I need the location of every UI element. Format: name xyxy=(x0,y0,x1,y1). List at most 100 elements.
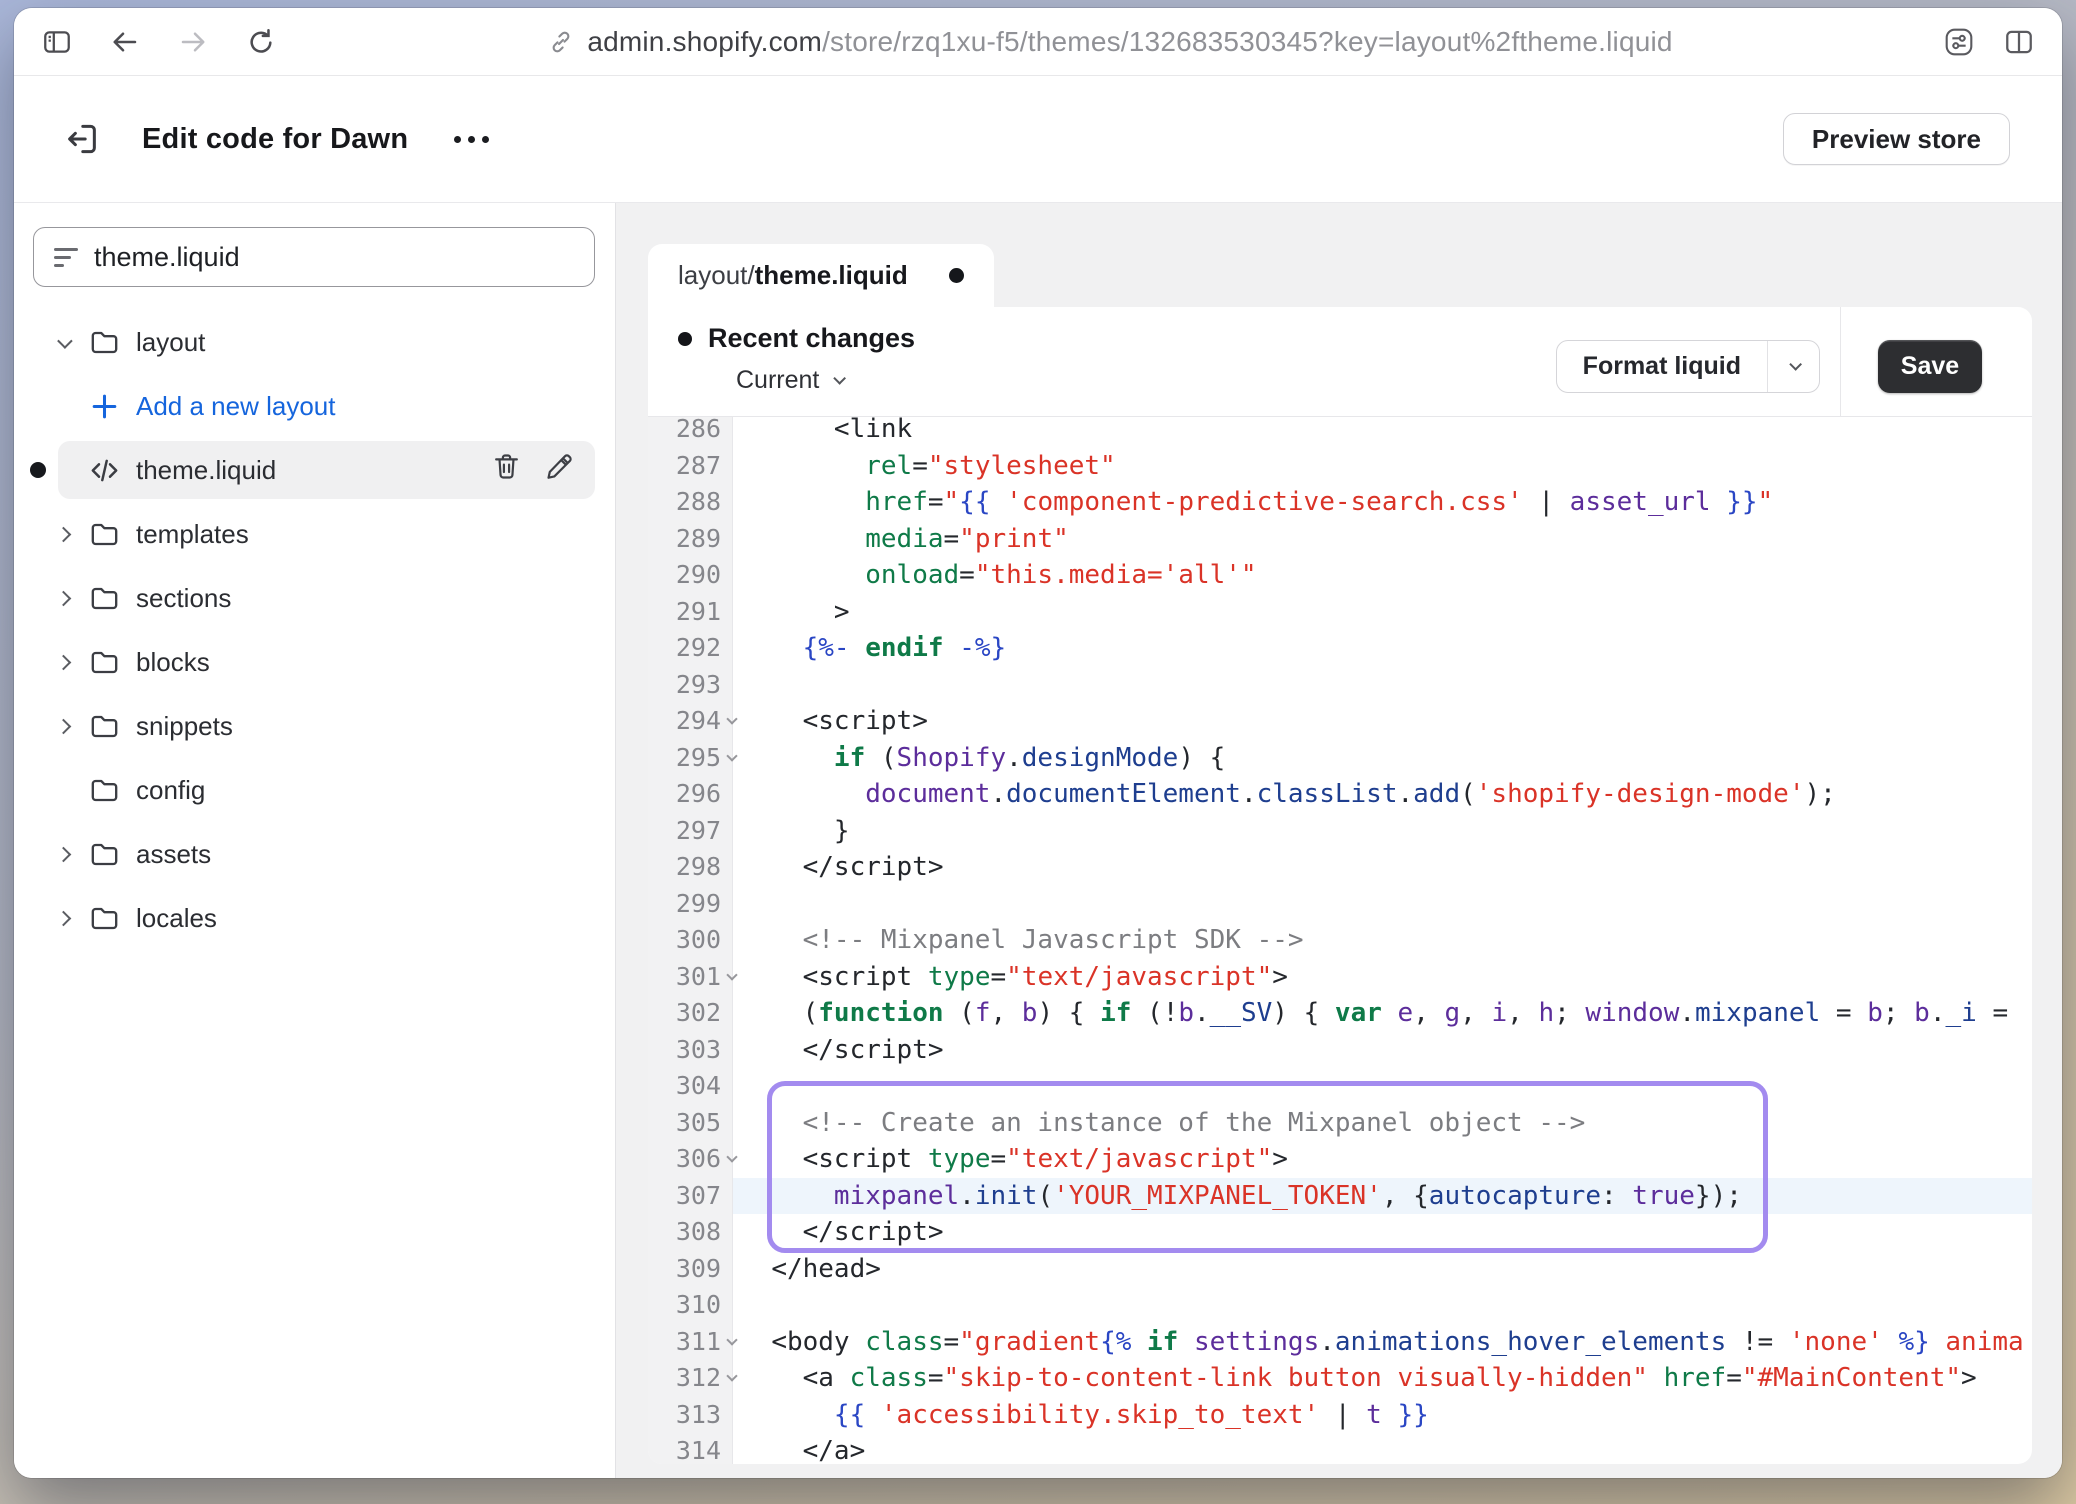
code-line-311[interactable]: 311 <body class="gradient{% if settings.… xyxy=(648,1324,2032,1361)
file-tree: layout Add a new layout theme.liquid templa… xyxy=(14,313,615,953)
exit-icon[interactable] xyxy=(60,117,104,161)
code-line-296[interactable]: 296 document.documentElement.classList.a… xyxy=(648,776,2032,813)
line-number: 290 xyxy=(676,560,721,589)
item-label: layout xyxy=(136,327,595,358)
item-label: blocks xyxy=(136,647,595,678)
line-number: 295 xyxy=(676,743,721,772)
line-number: 287 xyxy=(676,451,721,480)
sidebar-item-theme-liquid[interactable]: theme.liquid xyxy=(58,441,595,499)
format-liquid-button[interactable]: Format liquid xyxy=(1556,340,1820,393)
chevron-down-icon[interactable] xyxy=(58,337,88,348)
add-layout-link[interactable]: Add a new layout xyxy=(58,377,595,435)
save-button[interactable]: Save xyxy=(1878,340,1982,393)
sidebar-item-snippets[interactable]: snippets xyxy=(58,697,595,755)
line-number: 301 xyxy=(676,962,721,991)
line-number: 288 xyxy=(676,487,721,516)
code-line-302[interactable]: 302 (function (f, b) { if (!b.__SV) { va… xyxy=(648,995,2032,1032)
code-line-306[interactable]: 306 <script type="text/javascript"> xyxy=(648,1141,2032,1178)
version-dropdown[interactable]: Current xyxy=(736,366,2032,395)
code-line-286[interactable]: 286 <link xyxy=(648,417,2032,448)
code-line-289[interactable]: 289 media="print" xyxy=(648,521,2032,558)
chevron-down-icon xyxy=(834,372,847,385)
code-line-304[interactable]: 304 xyxy=(648,1068,2032,1105)
forward-icon[interactable] xyxy=(176,25,210,59)
code-line-300[interactable]: 300 <!-- Mixpanel Javascript SDK --> xyxy=(648,922,2032,959)
code-line-299[interactable]: 299 xyxy=(648,886,2032,923)
chevron-right-icon[interactable] xyxy=(58,657,88,668)
delete-file-icon[interactable] xyxy=(491,451,522,489)
item-label: templates xyxy=(136,519,595,550)
code-line-298[interactable]: 298 </script> xyxy=(648,849,2032,886)
url-bar[interactable]: admin.shopify.com/store/rzq1xu-f5/themes… xyxy=(587,26,1672,58)
code-line-310[interactable]: 310 xyxy=(648,1287,2032,1324)
code-line-314[interactable]: 314 </a> xyxy=(648,1433,2032,1464)
line-number: 286 xyxy=(676,417,721,443)
more-menu-icon[interactable] xyxy=(454,136,489,143)
sidebar-item-blocks[interactable]: blocks xyxy=(58,633,595,691)
line-number: 297 xyxy=(676,816,721,845)
changes-dot xyxy=(678,332,692,346)
code-editor[interactable]: 286 <link287 rel="stylesheet"288 href="{… xyxy=(648,417,2032,1464)
item-label: config xyxy=(136,775,595,806)
sidebar-item-layout[interactable]: layout xyxy=(58,313,595,371)
plus-icon xyxy=(88,390,136,423)
sidebar-item-assets[interactable]: assets xyxy=(58,825,595,883)
sidebar-toggle-icon[interactable] xyxy=(40,25,74,59)
line-number: 305 xyxy=(676,1108,721,1137)
code-line-307[interactable]: 307 mixpanel.init('YOUR_MIXPANEL_TOKEN',… xyxy=(648,1178,2032,1215)
line-number: 289 xyxy=(676,524,721,553)
code-line-291[interactable]: 291 > xyxy=(648,594,2032,631)
line-number: 303 xyxy=(676,1035,721,1064)
code-line-305[interactable]: 305 <!-- Create an instance of the Mixpa… xyxy=(648,1105,2032,1142)
line-number: 309 xyxy=(676,1254,721,1283)
sidebar-item-templates[interactable]: templates xyxy=(58,505,595,563)
code-line-295[interactable]: 295 if (Shopify.designMode) { xyxy=(648,740,2032,777)
code-file-icon xyxy=(88,454,136,487)
page-settings-icon[interactable] xyxy=(1942,25,1976,59)
tab-path: layout/ xyxy=(678,260,755,291)
split-view-icon[interactable] xyxy=(2002,25,2036,59)
folder-icon xyxy=(88,902,136,935)
code-line-287[interactable]: 287 rel="stylesheet" xyxy=(648,448,2032,485)
code-line-312[interactable]: 312 <a class="skip-to-content-link butto… xyxy=(648,1360,2032,1397)
folder-icon xyxy=(88,710,136,743)
chevron-right-icon[interactable] xyxy=(58,529,88,540)
chevron-right-icon[interactable] xyxy=(58,593,88,604)
item-label: snippets xyxy=(136,711,595,742)
page-title: Edit code for Dawn xyxy=(142,123,408,156)
editor-toolbar: Recent changes Current Format liquid Sav… xyxy=(648,307,2032,417)
code-line-290[interactable]: 290 onload="this.media='all'" xyxy=(648,557,2032,594)
tab-theme-liquid[interactable]: layout/theme.liquid xyxy=(648,244,994,307)
code-line-308[interactable]: 308 </script> xyxy=(648,1214,2032,1251)
reload-icon[interactable] xyxy=(244,25,278,59)
folder-icon xyxy=(88,582,136,615)
code-line-313[interactable]: 313 {{ 'accessibility.skip_to_text' | t … xyxy=(648,1397,2032,1434)
item-label: Add a new layout xyxy=(136,391,595,422)
link-icon xyxy=(547,28,575,56)
preview-store-button[interactable]: Preview store xyxy=(1783,113,2010,165)
code-line-309[interactable]: 309 </head> xyxy=(648,1251,2032,1288)
sidebar-item-config[interactable]: config xyxy=(58,761,595,819)
code-line-297[interactable]: 297 } xyxy=(648,813,2032,850)
code-line-293[interactable]: 293 xyxy=(648,667,2032,704)
code-line-301[interactable]: 301 <script type="text/javascript"> xyxy=(648,959,2032,996)
code-line-292[interactable]: 292 {%- endif -%} xyxy=(648,630,2032,667)
search-input[interactable] xyxy=(94,242,574,273)
back-icon[interactable] xyxy=(108,25,142,59)
code-line-303[interactable]: 303 </script> xyxy=(648,1032,2032,1069)
code-line-288[interactable]: 288 href="{{ 'component-predictive-searc… xyxy=(648,484,2032,521)
chevron-right-icon[interactable] xyxy=(58,721,88,732)
code-line-294[interactable]: 294 <script> xyxy=(648,703,2032,740)
chevron-right-icon[interactable] xyxy=(58,913,88,924)
unsaved-dot xyxy=(949,268,964,283)
unsaved-file-dot xyxy=(30,462,46,478)
chevron-right-icon[interactable] xyxy=(58,849,88,860)
line-number: 314 xyxy=(676,1436,721,1464)
sidebar-item-locales[interactable]: locales xyxy=(58,889,595,947)
rename-file-icon[interactable] xyxy=(544,451,575,489)
file-search xyxy=(33,227,595,287)
sidebar-item-sections[interactable]: sections xyxy=(58,569,595,627)
app-header: Edit code for Dawn Preview store xyxy=(14,76,2062,202)
format-options-caret[interactable] xyxy=(1767,341,1819,392)
folder-icon xyxy=(88,774,136,807)
